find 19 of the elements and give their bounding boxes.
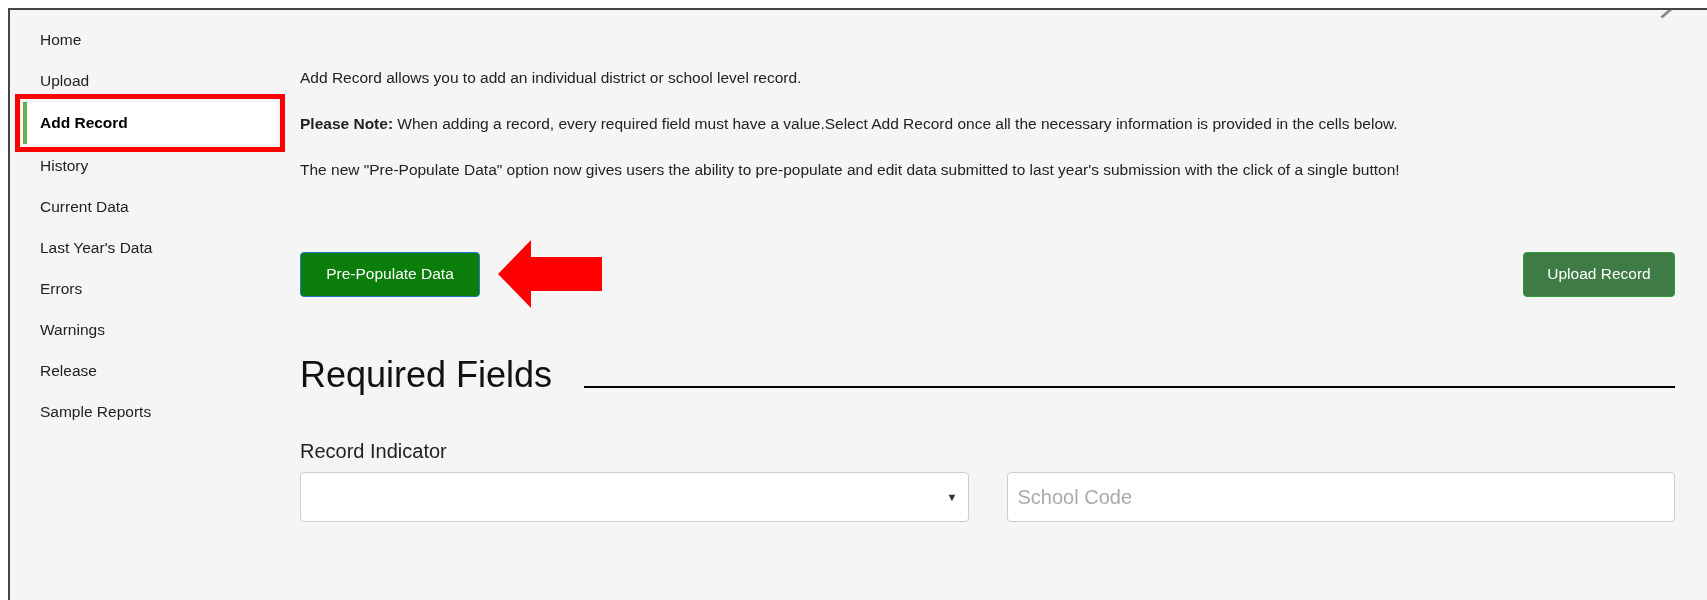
sidebar-item[interactable]: Warnings (23, 309, 300, 350)
upload-record-button[interactable]: Upload Record (1523, 251, 1675, 297)
intro-paragraph: Please Note: When adding a record, every required field must have a value.Select Add Record once all the necessary information is provided in the cells below. (300, 114, 1399, 134)
section-heading: Required Fields (300, 354, 553, 396)
sidebar-item[interactable]: Home (23, 19, 300, 60)
pencil-icon[interactable] (1659, 10, 1673, 18)
pre-populate-button[interactable]: Pre-Populate Data (300, 251, 480, 297)
sidebar-item[interactable]: Last Year's Data (23, 227, 300, 268)
intro-paragraph: Add Record allows you to add an individual district or school level record. (300, 68, 803, 88)
school-code-field[interactable]: School Code (1006, 472, 1675, 522)
sidebar-item[interactable]: History (23, 145, 300, 186)
sidebar-item[interactable]: Sample Reports (23, 391, 300, 432)
sidebar-item[interactable]: Upload (23, 60, 300, 101)
sidebar-item[interactable]: Current Data (23, 186, 300, 227)
sidebar-item[interactable]: Release (23, 350, 300, 391)
record-indicator-select[interactable]: ▼ (300, 472, 969, 522)
sidebar-item[interactable]: Errors (23, 268, 300, 309)
intro-paragraph: The new "Pre-Populate Data" option now gives users the ability to pre-populate and edit data submitted to last year's submission with the click of a single button! (300, 160, 1401, 180)
field-label: Record Indicator (300, 439, 448, 464)
